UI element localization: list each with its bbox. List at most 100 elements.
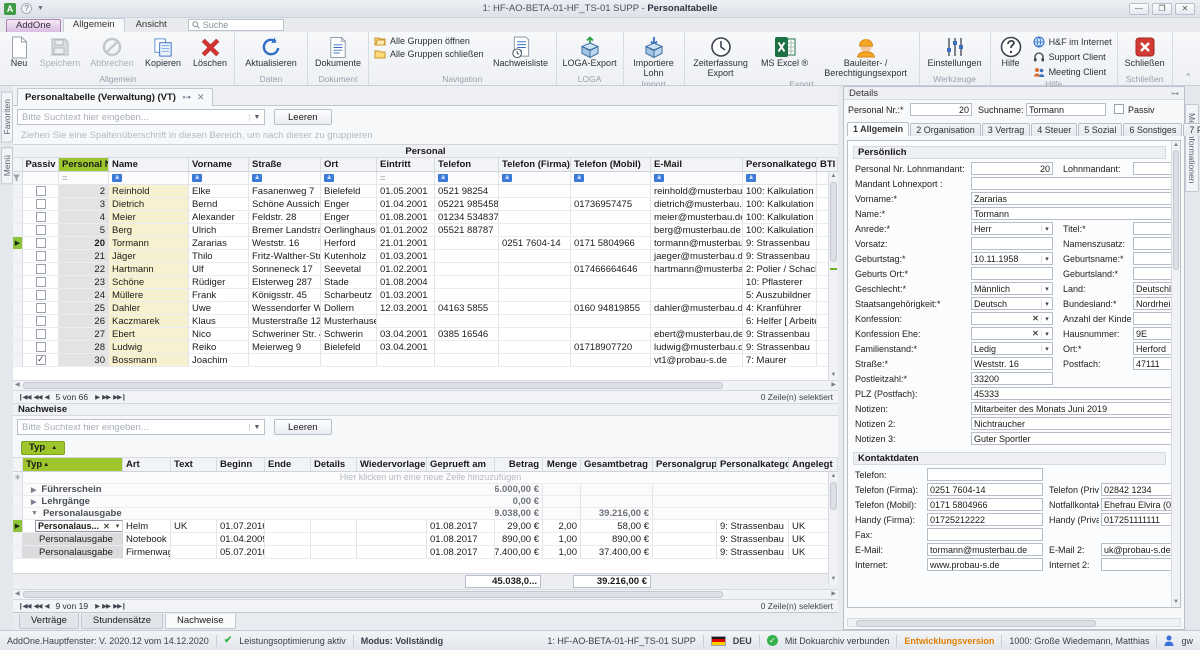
cell-personal-nr[interactable]: 5: [59, 224, 109, 236]
column-header[interactable]: Typ▲: [23, 458, 123, 471]
cell-typ[interactable]: Personalausgabe: [23, 546, 123, 558]
nav-next-page-icon[interactable]: ▶▶: [102, 393, 110, 401]
cell-strasse[interactable]: Fasanenweg 7: [249, 185, 321, 197]
help-icon[interactable]: ?: [21, 3, 32, 14]
cell-personalgruppe[interactable]: [653, 546, 717, 558]
column-header[interactable]: Vorname: [189, 158, 249, 171]
cell-ort[interactable]: Schwerin: [321, 328, 377, 340]
group-label[interactable]: ▶Führerschein: [23, 484, 495, 495]
cell-geprueft-am[interactable]: 01.08.2017: [427, 520, 495, 532]
filter-cell[interactable]: a: [499, 172, 571, 184]
cell-telefon-firma[interactable]: [499, 224, 571, 236]
column-header[interactable]: Straße: [249, 158, 321, 171]
cell-telefon[interactable]: [435, 315, 499, 327]
cell-telefon-firma[interactable]: [499, 354, 571, 366]
cell-beginn[interactable]: 05.07.2016: [217, 546, 265, 558]
cell-vorname[interactable]: Ulrich: [189, 224, 249, 236]
hilfe-button[interactable]: Hilfe: [993, 33, 1029, 78]
cell-telefon[interactable]: [435, 341, 499, 353]
details-tab[interactable]: 6 Sonstiges: [1123, 123, 1182, 136]
cell-telefon[interactable]: 04163 5855: [435, 302, 499, 314]
cell-ort[interactable]: Enger: [321, 211, 377, 223]
cell-ort[interactable]: Stade: [321, 276, 377, 288]
field-internet-[interactable]: www.probau-s.de: [927, 558, 1043, 571]
table-row[interactable]: 3DietrichBerndSchöne Aussicht 27Enger01.…: [13, 198, 838, 211]
cell-geprueft-am[interactable]: 01.08.2017: [427, 533, 495, 545]
cell-telefon-mobil[interactable]: [571, 276, 651, 288]
passiv-cell[interactable]: [23, 276, 59, 288]
cell-name[interactable]: Schöne: [109, 276, 189, 288]
cell-email[interactable]: [651, 276, 743, 288]
cell-email[interactable]: ludwig@musterbau.de: [651, 341, 743, 353]
checkbox-icon[interactable]: [36, 225, 46, 235]
cell-eintritt[interactable]: 01.08.2001: [377, 211, 435, 223]
cell-vorname[interactable]: Thilo: [189, 250, 249, 262]
table-row[interactable]: 26KaczmarekKlausMusterstraße 123Musterha…: [13, 315, 838, 328]
hf-im-internet-button[interactable]: H&F im Internet: [1033, 36, 1112, 48]
table-row[interactable]: 21JägerThiloFritz-Walther-Str. 9Kutenhol…: [13, 250, 838, 263]
table-row[interactable]: ▶20TormannZarariasWeststr. 16Herford21.0…: [13, 237, 838, 250]
cell-gesamtbetrag[interactable]: 37.400,00 €: [581, 546, 653, 558]
cell-strasse[interactable]: Schöne Aussicht 27: [249, 198, 321, 210]
dropdown-icon[interactable]: ▾: [1041, 315, 1052, 323]
cell-email[interactable]: reinhold@musterbau.de: [651, 185, 743, 197]
column-header[interactable]: Text: [171, 458, 217, 471]
filter-cell[interactable]: =: [377, 172, 435, 184]
cell-kategorie[interactable]: 9: Strassenbau: [743, 328, 817, 340]
tab-allgemein[interactable]: Allgemein: [63, 18, 125, 32]
details-tab[interactable]: 1 Allgemein: [847, 122, 909, 136]
nav-prev-icon[interactable]: ◀: [44, 393, 48, 401]
speichern-button[interactable]: Speichern: [35, 33, 85, 73]
cell-name[interactable]: Kaczmarek: [109, 315, 189, 327]
cell-telefon-firma[interactable]: [499, 341, 571, 353]
cell-personalkategorie[interactable]: 9: Strassenbau: [717, 546, 789, 558]
filter-cell[interactable]: a: [109, 172, 189, 184]
cell-wiedervorlage[interactable]: [357, 533, 427, 545]
cell-name[interactable]: Müllere: [109, 289, 189, 301]
cell-kategorie[interactable]: 9: Strassenbau: [743, 341, 817, 353]
dokumente-button[interactable]: Dokumente: [310, 33, 366, 73]
new-row[interactable]: ✳ Hier klicken um eine neue Zeile hinzuz…: [13, 472, 838, 484]
column-header[interactable]: Beginn: [217, 458, 265, 471]
cell-eintritt[interactable]: 01.08.2004: [377, 276, 435, 288]
column-header[interactable]: Betrag: [495, 458, 543, 471]
cell-eintritt[interactable]: [377, 315, 435, 327]
suchname-field[interactable]: Tormann: [1026, 103, 1106, 116]
column-header[interactable]: Menge: [543, 458, 581, 471]
field-notizen-2-[interactable]: Nichtraucher: [971, 417, 1181, 430]
horizontal-scrollbar[interactable]: ◀ ▶: [13, 589, 838, 599]
column-header[interactable]: Telefon (Mobil): [571, 158, 651, 171]
details-tab[interactable]: 2 Organisation: [910, 123, 981, 136]
cell-telefon[interactable]: [435, 354, 499, 366]
passiv-cell[interactable]: [23, 250, 59, 262]
cell-vorname[interactable]: Uwe: [189, 302, 249, 314]
nav-first-icon[interactable]: ❙◀◀: [18, 602, 30, 610]
cell-email[interactable]: berg@musterbau.de: [651, 224, 743, 236]
cell-text[interactable]: [171, 533, 217, 545]
aktualisieren-button[interactable]: Aktualisieren: [237, 33, 305, 73]
column-header[interactable]: Eintritt: [377, 158, 435, 171]
cell-personal-nr[interactable]: 22: [59, 263, 109, 275]
cell-email[interactable]: jaeger@musterbau.de: [651, 250, 743, 262]
cell-telefon[interactable]: 05221 9854588: [435, 198, 499, 210]
filter-cell[interactable]: a: [743, 172, 817, 184]
tab-verträge[interactable]: Verträge: [19, 614, 79, 629]
cell-telefon-mobil[interactable]: [571, 185, 651, 197]
cell-menge[interactable]: 2,00: [543, 520, 581, 532]
field-e-mail-2-[interactable]: uk@probau-s.de: [1101, 543, 1181, 556]
cell-strasse[interactable]: Fritz-Walther-Str. 9: [249, 250, 321, 262]
cell-personal-nr[interactable]: 2: [59, 185, 109, 197]
cell-vorname[interactable]: Frank: [189, 289, 249, 301]
cell-menge[interactable]: 1,00: [543, 533, 581, 545]
table-row[interactable]: 30BossmannJoachimvt1@probau-s.de7: Maure…: [13, 354, 838, 367]
abbrechen-button[interactable]: Abbrechen: [86, 33, 138, 73]
cell-vorname[interactable]: Bernd: [189, 198, 249, 210]
field-notfallkontakt-[interactable]: Ehefrau Elvira (0123 89794: [1101, 498, 1181, 511]
column-header[interactable]: Angelegt: [789, 458, 838, 471]
cell-vorname[interactable]: Joachim: [189, 354, 249, 366]
column-header[interactable]: E-Mail: [651, 158, 743, 171]
cell-gesamtbetrag[interactable]: 890,00 €: [581, 533, 653, 545]
schliessen-button[interactable]: Schließen: [1120, 33, 1170, 73]
group-label[interactable]: ▼Personalausgabe: [23, 508, 495, 519]
table-row[interactable]: PersonalausgabeNotebook01.04.200901.08.2…: [13, 533, 838, 546]
